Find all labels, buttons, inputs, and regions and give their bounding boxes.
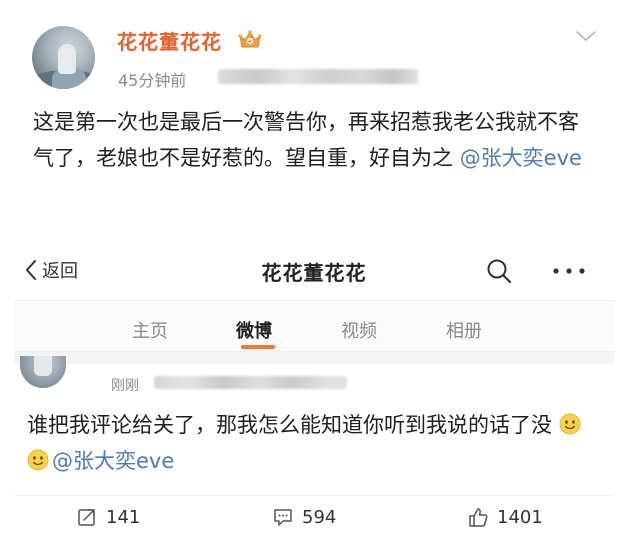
divider	[14, 352, 614, 364]
comment-button[interactable]: 594	[272, 506, 336, 528]
comment-count: 594	[302, 506, 337, 528]
nickname[interactable]: 花花董花花	[117, 26, 222, 55]
tab-weibo[interactable]: 微博	[236, 317, 272, 343]
mention-link[interactable]: @张大奕eve	[52, 449, 174, 473]
comment-icon	[274, 509, 292, 526]
repost-count: 141	[106, 506, 141, 528]
tab-video[interactable]: 视频	[341, 317, 377, 343]
blurred-source	[218, 69, 418, 84]
search-icon[interactable]	[485, 257, 513, 285]
tab-home[interactable]: 主页	[132, 317, 168, 343]
repost-icon	[78, 509, 95, 526]
page-title: 花花董花花	[261, 261, 367, 285]
tab-bar: 主页 微博 视频 相册	[14, 300, 614, 352]
post-time: 45分钟前	[118, 71, 187, 90]
post-content: 这是第一次也是最后一次警告你，再来招惹我老公我就不客气了，老娘也不是好惹的。望自…	[33, 104, 593, 176]
thumbs-up-icon	[469, 508, 488, 527]
avatar[interactable]	[20, 356, 66, 388]
top-post: 花花董花花 45分钟前 这是第一次也是最后一次警告你，再来招惹我老公我就不客气了…	[0, 0, 621, 232]
active-tab-indicator	[241, 345, 275, 349]
action-bar: 141 594 1401	[14, 495, 614, 539]
post-time: 刚刚	[111, 378, 139, 394]
like-count: 1401	[497, 506, 543, 528]
post-text: 谁把我评论给关了，那我怎么能知道你听到我说的话了没	[27, 413, 552, 437]
post-content: 谁把我评论给关了，那我怎么能知道你听到我说的话了没 @张大奕eve	[27, 407, 607, 479]
tab-album[interactable]: 相册	[446, 317, 482, 343]
chevron-down-icon[interactable]	[574, 28, 598, 44]
smile-emoji-icon	[27, 449, 49, 471]
more-icon[interactable]	[552, 267, 586, 275]
repost-button[interactable]: 141	[76, 506, 140, 528]
avatar[interactable]	[32, 26, 95, 89]
smile-emoji-icon	[559, 413, 581, 435]
blurred-source	[154, 376, 347, 389]
profile-screen: 返回 花花董花花 主页 微博 视频 相册 刚刚 谁把我评论给关了，那我怎么能知道…	[14, 248, 614, 547]
vip-crown-icon	[238, 30, 262, 48]
navbar: 返回 花花董花花	[14, 248, 614, 294]
like-button[interactable]: 1401	[467, 506, 543, 528]
mention-link[interactable]: @张大奕eve	[460, 146, 582, 170]
